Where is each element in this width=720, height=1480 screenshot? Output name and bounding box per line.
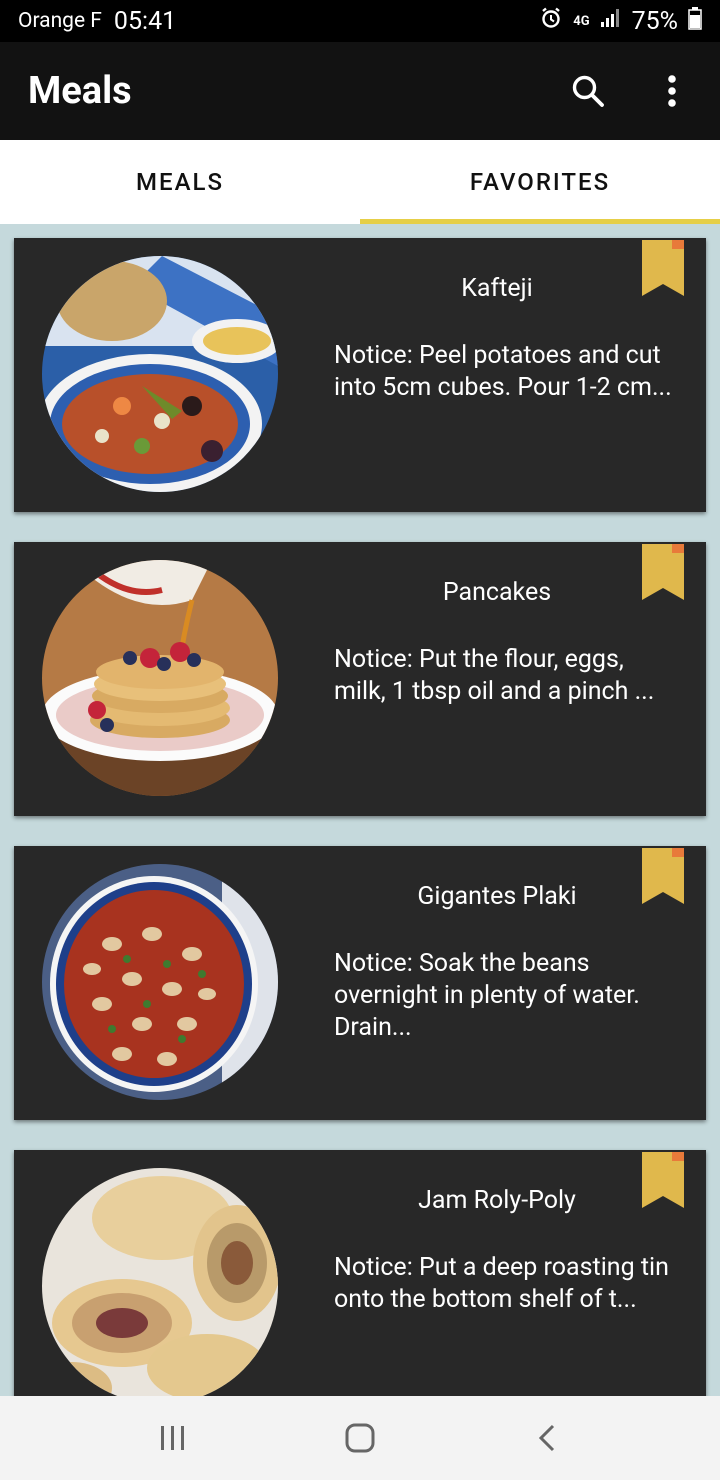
- app-bar-actions: [568, 71, 692, 111]
- status-bar: Orange F 05:41 4G 75%: [0, 0, 720, 42]
- meal-card[interactable]: Pancakes Notice: Put the flour, eggs, mi…: [14, 542, 706, 816]
- meal-notice: Notice: Put a deep roasting tin onto the…: [334, 1253, 669, 1314]
- meal-photo: [42, 1168, 278, 1396]
- status-time: 05:41: [113, 6, 177, 36]
- meal-photo: [42, 864, 278, 1100]
- bookmark-icon[interactable]: [642, 1152, 684, 1208]
- meal-name: Kafteji: [461, 274, 533, 303]
- system-nav-bar: [0, 1396, 720, 1480]
- meal-notice: Notice: Soak the beans overnight in plen…: [334, 949, 640, 1042]
- meal-photo: [42, 256, 278, 492]
- tab-favorites[interactable]: FAVORITES: [360, 140, 720, 224]
- bookmark-icon[interactable]: [642, 240, 684, 296]
- meal-card[interactable]: Kafteji Notice: Peel potatoes and cut in…: [14, 238, 706, 512]
- meal-card[interactable]: Gigantes Plaki Notice: Soak the beans ov…: [14, 846, 706, 1120]
- app-bar: Meals: [0, 42, 720, 140]
- page-title: Meals: [28, 69, 132, 113]
- back-icon[interactable]: [517, 1408, 577, 1468]
- search-icon[interactable]: [568, 71, 608, 111]
- more-vert-icon[interactable]: [652, 71, 692, 111]
- meal-list[interactable]: Kafteji Notice: Peel potatoes and cut in…: [0, 224, 720, 1396]
- battery-percent: 75%: [631, 6, 678, 36]
- signal-icon: [600, 7, 622, 35]
- meal-name: Jam Roly-Poly: [418, 1186, 576, 1215]
- alarm-icon: [539, 6, 563, 36]
- meal-notice: Notice: Peel potatoes and cut into 5cm c…: [334, 341, 672, 402]
- meal-name: Gigantes Plaki: [417, 882, 577, 911]
- recents-icon[interactable]: [143, 1408, 203, 1468]
- network-type-label: 4G: [573, 13, 590, 29]
- meal-card[interactable]: Jam Roly-Poly Notice: Put a deep roastin…: [14, 1150, 706, 1396]
- carrier-name: Orange F: [18, 9, 102, 33]
- meal-notice: Notice: Put the flour, eggs, milk, 1 tbs…: [334, 645, 655, 706]
- tab-bar: MEALS FAVORITES: [0, 140, 720, 224]
- tab-meals[interactable]: MEALS: [0, 140, 360, 224]
- meal-photo: [42, 560, 278, 796]
- bookmark-icon[interactable]: [642, 544, 684, 600]
- home-icon[interactable]: [330, 1408, 390, 1468]
- meal-name: Pancakes: [442, 578, 552, 607]
- battery-icon: [688, 6, 702, 36]
- status-icons: 4G 75%: [539, 6, 702, 36]
- bookmark-icon[interactable]: [642, 848, 684, 904]
